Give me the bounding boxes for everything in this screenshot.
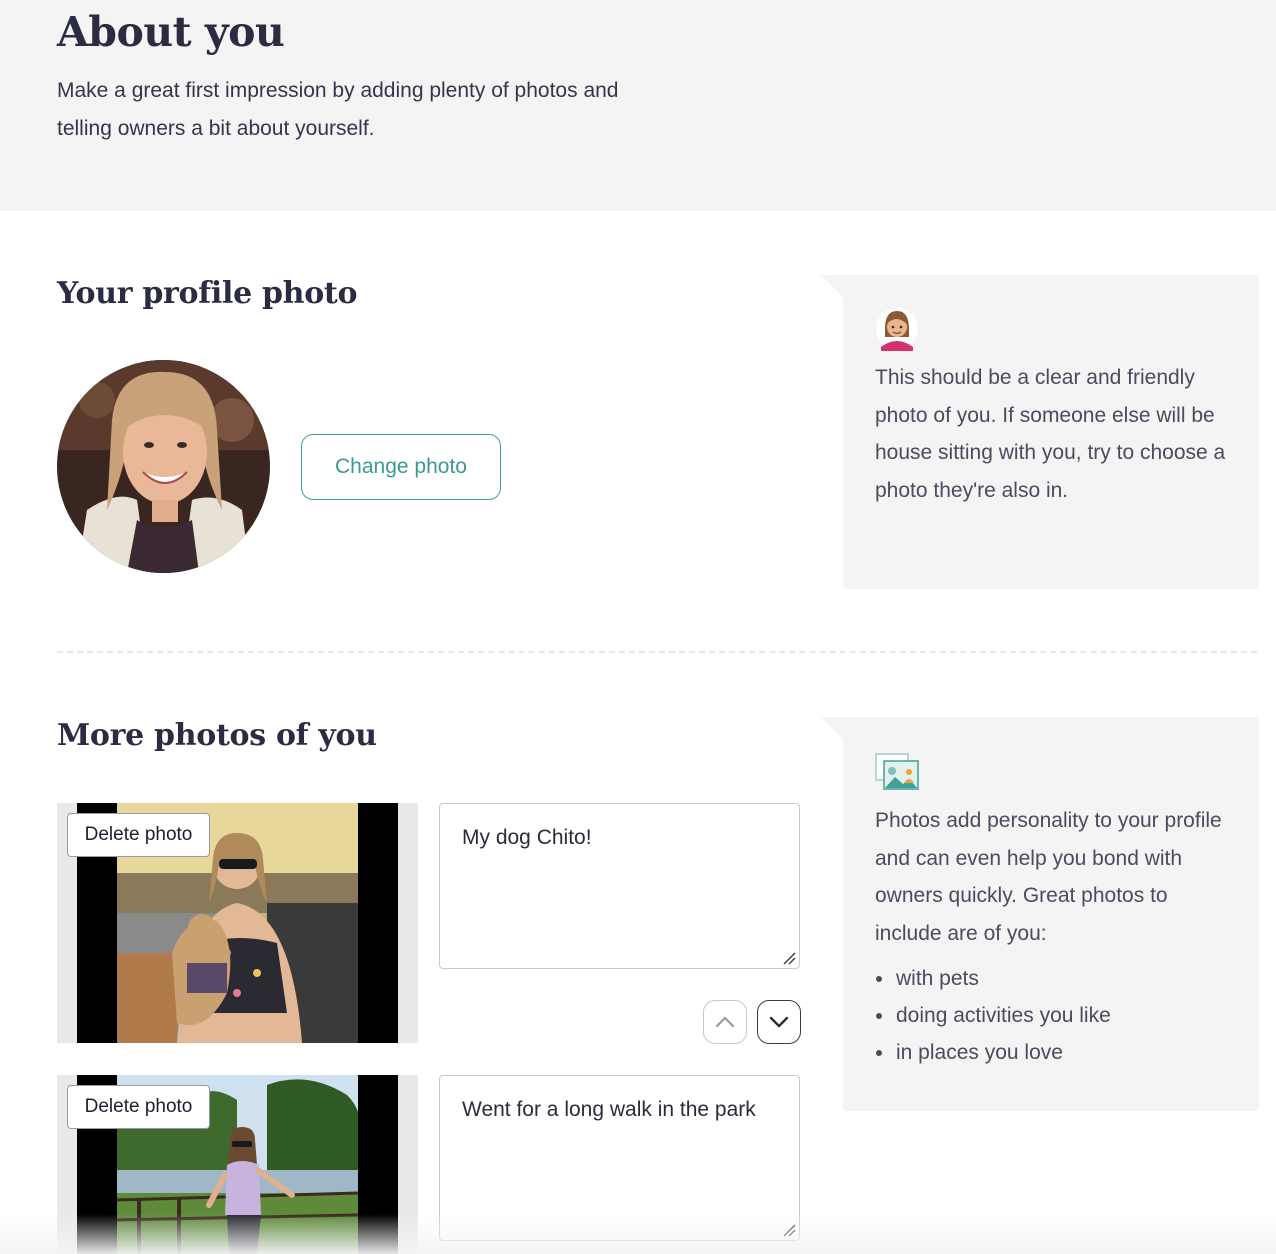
change-photo-button[interactable]: Change photo — [301, 434, 501, 500]
more-photos-title: More photos of you — [57, 718, 377, 753]
photo-item-1: Delete photo — [57, 803, 418, 1043]
profile-avatar — [57, 360, 270, 573]
list-item: doing activities you like — [875, 997, 1111, 1034]
profile-photo-title: Your profile photo — [57, 276, 358, 311]
move-up-button[interactable] — [703, 1000, 747, 1044]
resize-handle-icon[interactable] — [782, 1223, 796, 1237]
chevron-down-icon — [769, 1016, 789, 1028]
photo-item-2: Delete photo — [57, 1075, 418, 1254]
intro-text: Make a great first impression by adding … — [57, 72, 757, 148]
chevron-up-icon — [715, 1016, 735, 1028]
section-divider — [57, 651, 1257, 653]
profile-photo-tip: This should be a clear and friendly phot… — [821, 275, 1259, 589]
more-photos-tip-text: Photos add personality to your profile a… — [875, 809, 1222, 945]
move-down-button[interactable] — [757, 1000, 801, 1044]
photos-icon — [875, 753, 919, 796]
resize-handle-icon[interactable] — [782, 951, 796, 965]
intro-line-2: telling owners a bit about yourself. — [57, 117, 375, 140]
more-photos-tip: Photos add personality to your profile a… — [821, 717, 1259, 1111]
page-title: About you — [57, 8, 285, 56]
caption-text: My dog Chito! — [462, 826, 592, 849]
caption-field[interactable]: My dog Chito! — [439, 803, 800, 969]
more-photos-tip-list: with pets doing activities you like in p… — [875, 960, 1111, 1071]
sitter-avatar-icon — [875, 307, 919, 356]
list-item: in places you love — [875, 1034, 1111, 1071]
intro-line-1: Make a great first impression by adding … — [57, 79, 619, 102]
profile-photo-tip-text: This should be a clear and friendly phot… — [875, 366, 1226, 502]
delete-photo-button[interactable]: Delete photo — [67, 1085, 210, 1129]
caption-text: Went for a long walk in the park — [462, 1098, 756, 1121]
caption-field[interactable]: Went for a long walk in the park — [439, 1075, 800, 1241]
list-item: with pets — [875, 960, 1111, 997]
delete-photo-button[interactable]: Delete photo — [67, 813, 210, 857]
